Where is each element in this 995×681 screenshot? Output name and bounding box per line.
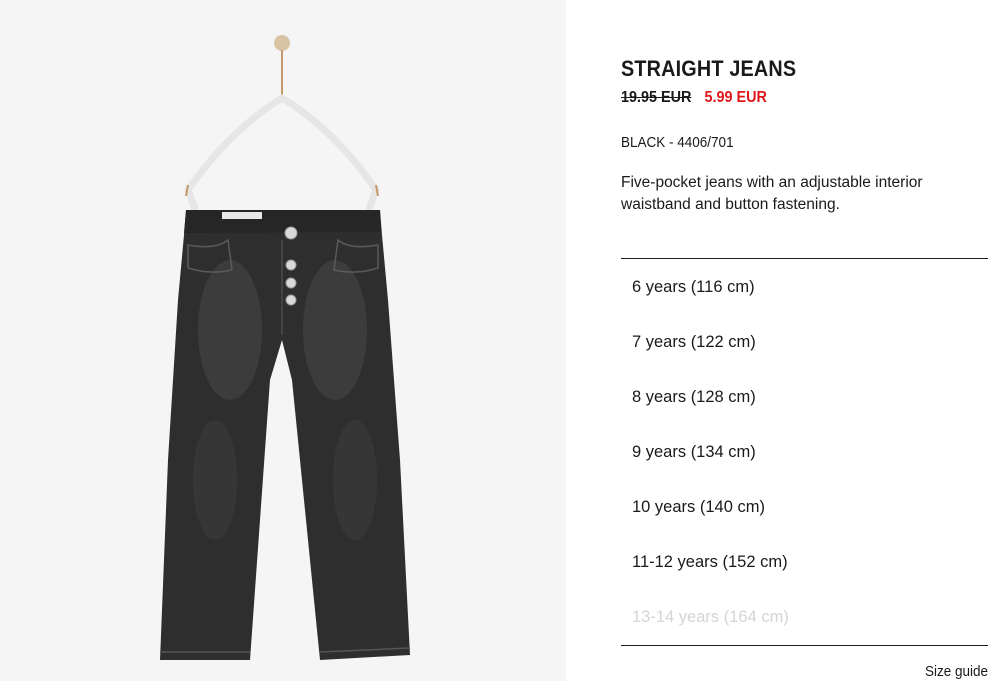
product-image-panel[interactable] <box>0 0 566 681</box>
original-price: 19.95 EUR <box>621 89 692 106</box>
brand-label <box>222 212 262 219</box>
size-option[interactable]: 7 years (122 cm) <box>621 317 988 372</box>
size-option[interactable]: 10 years (140 cm) <box>621 482 988 537</box>
size-list: 6 years (116 cm) 7 years (122 cm) 8 year… <box>621 262 988 647</box>
product-title: STRAIGHT JEANS <box>621 56 797 81</box>
size-option-unavailable: 13-14 years (164 cm) <box>632 608 789 626</box>
product-image <box>160 35 411 660</box>
size-list-top-divider <box>621 258 988 259</box>
product-description: Five-pocket jeans with an adjustable int… <box>621 174 923 213</box>
jeans <box>160 210 411 660</box>
size-option[interactable]: 8 years (128 cm) <box>621 372 988 427</box>
hanger-body <box>184 94 380 216</box>
hanger-knob <box>274 35 290 51</box>
size-option[interactable]: 11-12 years (152 cm) <box>621 537 988 592</box>
size-option[interactable]: 6 years (116 cm) <box>621 262 988 317</box>
color-reference: BLACK - 4406/701 <box>621 134 734 151</box>
size-option[interactable]: 9 years (134 cm) <box>621 427 988 482</box>
price-row: 19.95 EUR 5.99 EUR <box>621 89 767 107</box>
size-guide-link[interactable]: Size guide <box>925 663 988 680</box>
size-list-bottom-divider <box>621 645 988 646</box>
sale-price: 5.99 EUR <box>704 89 767 106</box>
